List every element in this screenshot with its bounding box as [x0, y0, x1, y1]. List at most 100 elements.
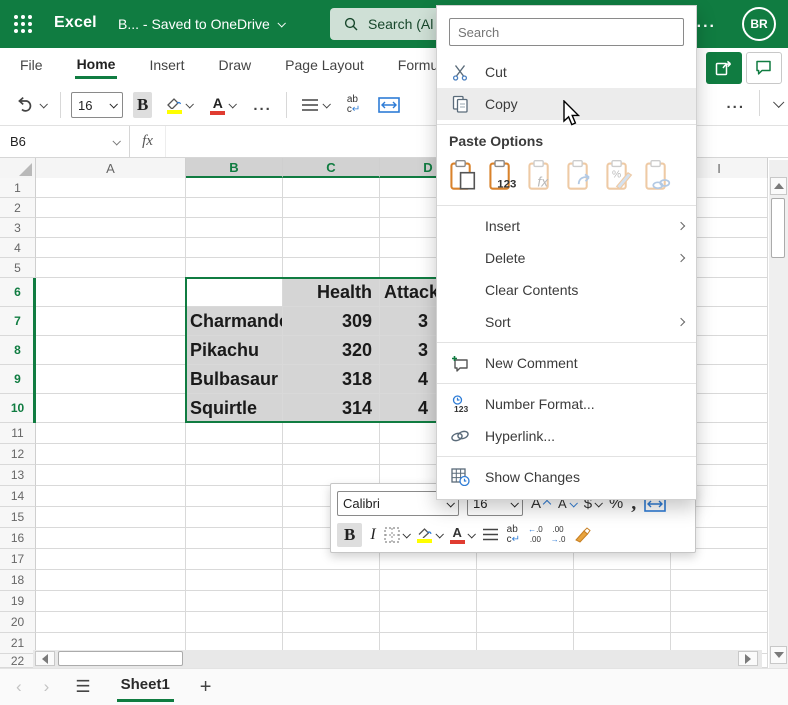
- cell-A1[interactable]: [36, 178, 186, 198]
- cell-C3[interactable]: [283, 218, 380, 238]
- paste-link-icon[interactable]: [644, 159, 674, 191]
- undo-button[interactable]: [12, 93, 50, 117]
- cell-B1[interactable]: [186, 178, 283, 198]
- cell-r20c6[interactable]: [671, 612, 768, 633]
- row-header-1[interactable]: 1: [0, 178, 36, 198]
- cell-D19[interactable]: [380, 591, 477, 612]
- document-title[interactable]: B... - Saved to OneDrive: [118, 16, 284, 32]
- fill-color-button[interactable]: [162, 94, 196, 117]
- cell-D18[interactable]: [380, 570, 477, 591]
- paste-formulas-icon[interactable]: fx: [527, 159, 557, 191]
- fx-button[interactable]: fx: [130, 126, 166, 157]
- context-menu-search-input[interactable]: [449, 18, 684, 46]
- cell-A16[interactable]: [36, 528, 186, 549]
- add-sheet-button[interactable]: +: [200, 676, 212, 699]
- cell-B7[interactable]: Charmander: [186, 307, 283, 336]
- cell-B15[interactable]: [186, 507, 283, 528]
- row-header-19[interactable]: 19: [0, 591, 36, 612]
- borders-button[interactable]: [384, 527, 409, 543]
- cell-A20[interactable]: [36, 612, 186, 633]
- cell-C6[interactable]: Health: [283, 278, 380, 307]
- cell-A2[interactable]: [36, 198, 186, 218]
- cell-A17[interactable]: [36, 549, 186, 570]
- avatar[interactable]: BR: [742, 7, 776, 41]
- row-header-5[interactable]: 5: [0, 258, 36, 278]
- row-header-2[interactable]: 2: [0, 198, 36, 218]
- cell-B4[interactable]: [186, 238, 283, 258]
- cell-B12[interactable]: [186, 444, 283, 465]
- menu-item-new-comment[interactable]: New Comment: [437, 347, 696, 379]
- tab-file[interactable]: File: [18, 53, 45, 77]
- cell-C5[interactable]: [283, 258, 380, 278]
- vertical-scrollbar[interactable]: [769, 160, 788, 668]
- mini-font-color-button[interactable]: A: [450, 526, 474, 544]
- column-header-C[interactable]: C: [283, 158, 380, 178]
- decrease-decimal-button[interactable]: .00→.0: [551, 525, 566, 543]
- cell-r20c4[interactable]: [477, 612, 574, 633]
- column-header-B[interactable]: B: [186, 158, 283, 178]
- bold-button[interactable]: B: [133, 92, 152, 118]
- cell-B20[interactable]: [186, 612, 283, 633]
- cell-r19c6[interactable]: [671, 591, 768, 612]
- row-header-12[interactable]: 12: [0, 444, 36, 465]
- row-header-6[interactable]: 6: [0, 278, 36, 307]
- app-name[interactable]: Excel: [54, 14, 97, 32]
- menu-item-show-changes[interactable]: Show Changes: [437, 461, 696, 493]
- row-header-14[interactable]: 14: [0, 486, 36, 507]
- share-button[interactable]: [706, 52, 742, 84]
- vertical-scroll-thumb[interactable]: [771, 198, 785, 258]
- font-group-more-button[interactable]: ...: [249, 94, 276, 117]
- row-header-9[interactable]: 9: [0, 365, 36, 394]
- cell-r18c5[interactable]: [574, 570, 671, 591]
- cell-A9[interactable]: [36, 365, 186, 394]
- titlebar-more-button[interactable]: ...: [697, 14, 716, 32]
- cell-B18[interactable]: [186, 570, 283, 591]
- menu-item-delete[interactable]: Delete: [437, 242, 696, 274]
- cell-B11[interactable]: [186, 423, 283, 444]
- row-header-17[interactable]: 17: [0, 549, 36, 570]
- row-header-7[interactable]: 7: [0, 307, 36, 336]
- cell-C2[interactable]: [283, 198, 380, 218]
- cell-A13[interactable]: [36, 465, 186, 486]
- menu-item-copy[interactable]: Copy: [437, 88, 696, 120]
- sheet-tab[interactable]: Sheet1: [117, 672, 174, 702]
- cell-A12[interactable]: [36, 444, 186, 465]
- cell-B16[interactable]: [186, 528, 283, 549]
- row-header-4[interactable]: 4: [0, 238, 36, 258]
- mini-align-button[interactable]: [482, 528, 499, 541]
- scroll-left-button[interactable]: [35, 651, 55, 666]
- name-box[interactable]: B6: [0, 126, 130, 157]
- cell-A7[interactable]: [36, 307, 186, 336]
- cell-B8[interactable]: Pikachu: [186, 336, 283, 365]
- cell-B10[interactable]: Squirtle: [186, 394, 283, 423]
- cell-C10[interactable]: 314: [283, 394, 380, 423]
- cell-C8[interactable]: 320: [283, 336, 380, 365]
- cell-r20c5[interactable]: [574, 612, 671, 633]
- font-color-button[interactable]: A: [206, 93, 239, 118]
- cell-A5[interactable]: [36, 258, 186, 278]
- prev-sheet-button[interactable]: ‹: [16, 677, 22, 697]
- horizontal-scroll-thumb[interactable]: [58, 651, 183, 666]
- app-launcher-icon[interactable]: [14, 15, 32, 33]
- row-header-8[interactable]: 8: [0, 336, 36, 365]
- row-header-11[interactable]: 11: [0, 423, 36, 444]
- cell-B19[interactable]: [186, 591, 283, 612]
- comment-button[interactable]: [746, 52, 782, 84]
- cell-r19c5[interactable]: [574, 591, 671, 612]
- cell-B2[interactable]: [186, 198, 283, 218]
- cell-C19[interactable]: [283, 591, 380, 612]
- next-sheet-button[interactable]: ›: [44, 677, 50, 697]
- row-header-3[interactable]: 3: [0, 218, 36, 238]
- cell-D20[interactable]: [380, 612, 477, 633]
- cell-C20[interactable]: [283, 612, 380, 633]
- cell-A3[interactable]: [36, 218, 186, 238]
- cell-C7[interactable]: 309: [283, 307, 380, 336]
- cell-A10[interactable]: [36, 394, 186, 423]
- row-header-21[interactable]: 21: [0, 633, 36, 654]
- mini-wrap-text-button[interactable]: abc↵: [507, 525, 520, 545]
- tab-home[interactable]: Home: [75, 52, 118, 79]
- menu-item-hyperlink[interactable]: Hyperlink...: [437, 420, 696, 452]
- increase-decimal-button[interactable]: ←.0.00: [528, 525, 543, 543]
- menu-item-insert[interactable]: Insert: [437, 210, 696, 242]
- cell-C11[interactable]: [283, 423, 380, 444]
